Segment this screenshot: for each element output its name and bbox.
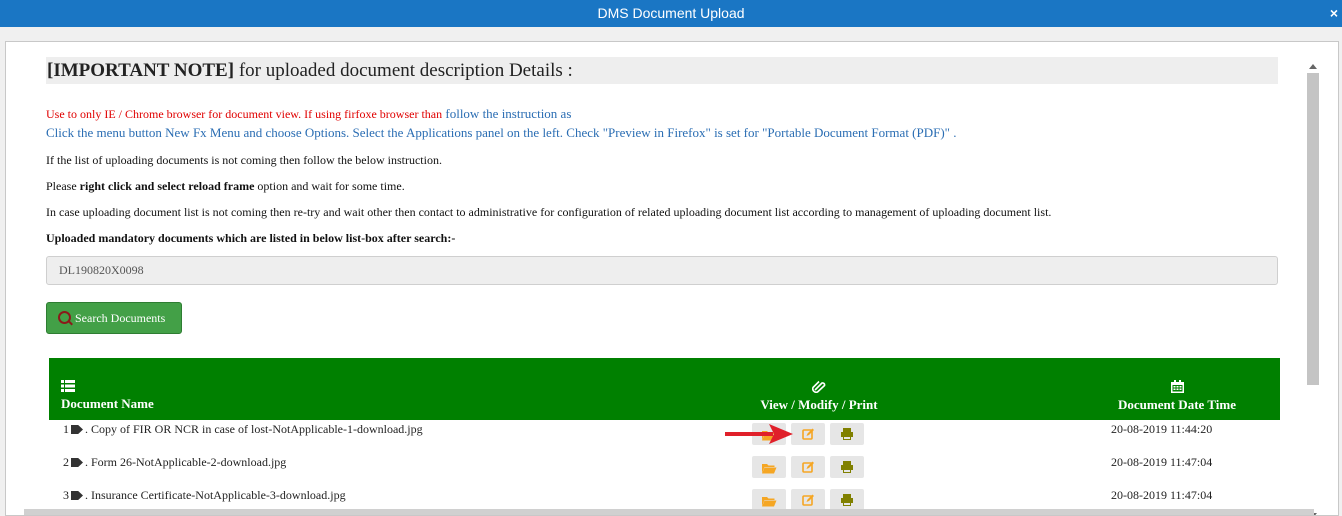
col-document-name-label: Document Name — [61, 396, 154, 411]
col-document-name: Document Name — [61, 380, 154, 412]
row-index: 3 — [63, 488, 69, 502]
print-icon — [841, 461, 853, 473]
print-document-button[interactable] — [830, 423, 864, 445]
window-title: DMS Document Upload — [597, 5, 745, 21]
important-note-heading: [IMPORTANT NOTE] for uploaded document d… — [46, 57, 1278, 84]
scroll-up-icon[interactable] — [1309, 64, 1317, 69]
document-datetime: 20-08-2019 11:44:20 — [1111, 422, 1213, 436]
folder-open-icon — [762, 464, 777, 474]
browser-warning-text: Use to only IE / Chrome browser for docu… — [46, 107, 443, 121]
col-actions: View / Modify / Print — [756, 380, 882, 413]
document-name-cell: 1 . Copy of FIR OR NCR in case of lost-No… — [63, 422, 423, 437]
document-datetime: 20-08-2019 11:47:04 — [1111, 488, 1213, 502]
reload-post: option and wait for some time. — [254, 179, 405, 193]
modify-document-button[interactable] — [791, 456, 825, 478]
print-icon — [841, 428, 853, 440]
firefox-instruction: Click the menu button New Fx Menu and ch… — [46, 125, 957, 140]
document-name-cell: 2 . Form 26-NotApplicable-2-download.jpg — [63, 455, 286, 470]
application-number-input[interactable]: DL190820X0098 — [46, 256, 1278, 285]
document-name-cell: 3 . Insurance Certificate-NotApplicable-3… — [63, 488, 346, 503]
modify-document-button[interactable] — [791, 489, 825, 511]
retry-note: In case uploading document list is not c… — [46, 205, 1052, 219]
search-icon — [58, 311, 71, 324]
close-icon[interactable]: × — [1330, 0, 1338, 27]
search-button-label: Search Documents — [75, 311, 166, 325]
reload-bold: right click and select reload frame — [79, 179, 255, 193]
document-name: . Copy of FIR OR NCR in case of lost-Not… — [85, 422, 423, 436]
table-row: 1 . Copy of FIR OR NCR in case of lost-No… — [49, 422, 1264, 455]
col-datetime-label: Document Date Time — [1118, 397, 1236, 412]
calendar-icon — [1170, 380, 1184, 393]
row-index: 2 — [63, 455, 69, 469]
important-note-label: [IMPORTANT NOTE] — [47, 60, 235, 81]
paperclip-icon — [811, 380, 826, 394]
col-actions-label: View / Modify / Print — [760, 397, 878, 412]
print-document-button[interactable] — [830, 456, 864, 478]
window-titlebar: DMS Document Upload × — [0, 0, 1342, 27]
horizontal-scrollbar[interactable] — [24, 509, 1314, 515]
document-frame: [IMPORTANT NOTE] for uploaded document d… — [5, 41, 1339, 516]
application-number-value: DL190820X0098 — [59, 263, 144, 277]
document-datetime: 20-08-2019 11:47:04 — [1111, 455, 1213, 469]
print-icon — [841, 494, 853, 506]
follow-instruction-text: follow the instruction as — [442, 106, 572, 121]
documents-table-header: Document Name View / Modify / Print Docu… — [49, 358, 1280, 420]
browser-note: Use to only IE / Chrome browser for docu… — [46, 106, 571, 122]
list-missing-note: If the list of uploading documents is no… — [46, 153, 442, 167]
col-datetime: Document Date Time — [1114, 380, 1240, 413]
important-note-title: for uploaded document description Detail… — [234, 60, 573, 81]
reload-note: Please right click and select reload fra… — [46, 179, 405, 194]
scrollbar-thumb[interactable] — [1307, 73, 1319, 385]
mandatory-docs-label: Uploaded mandatory documents which are l… — [46, 231, 456, 245]
document-name: . Form 26-NotApplicable-2-download.jpg — [85, 455, 287, 469]
table-row: 2 . Form 26-NotApplicable-2-download.jpg — [49, 455, 1264, 488]
document-name: . Insurance Certificate-NotApplicable-3-… — [85, 488, 346, 502]
tags-icon — [71, 458, 83, 467]
list-icon — [61, 380, 75, 392]
folder-open-icon — [762, 497, 777, 507]
view-document-button[interactable] — [752, 489, 786, 511]
row-index: 1 — [63, 422, 69, 436]
view-document-button[interactable] — [752, 456, 786, 478]
edit-icon — [802, 494, 814, 506]
print-document-button[interactable] — [830, 489, 864, 511]
search-documents-button[interactable]: Search Documents — [46, 302, 182, 334]
tags-icon — [71, 425, 83, 434]
reload-pre: Please — [46, 179, 80, 193]
tags-icon — [71, 491, 83, 500]
edit-icon — [802, 461, 814, 473]
annotation-arrow-icon — [725, 424, 793, 444]
vertical-scrollbar[interactable] — [1306, 59, 1320, 515]
